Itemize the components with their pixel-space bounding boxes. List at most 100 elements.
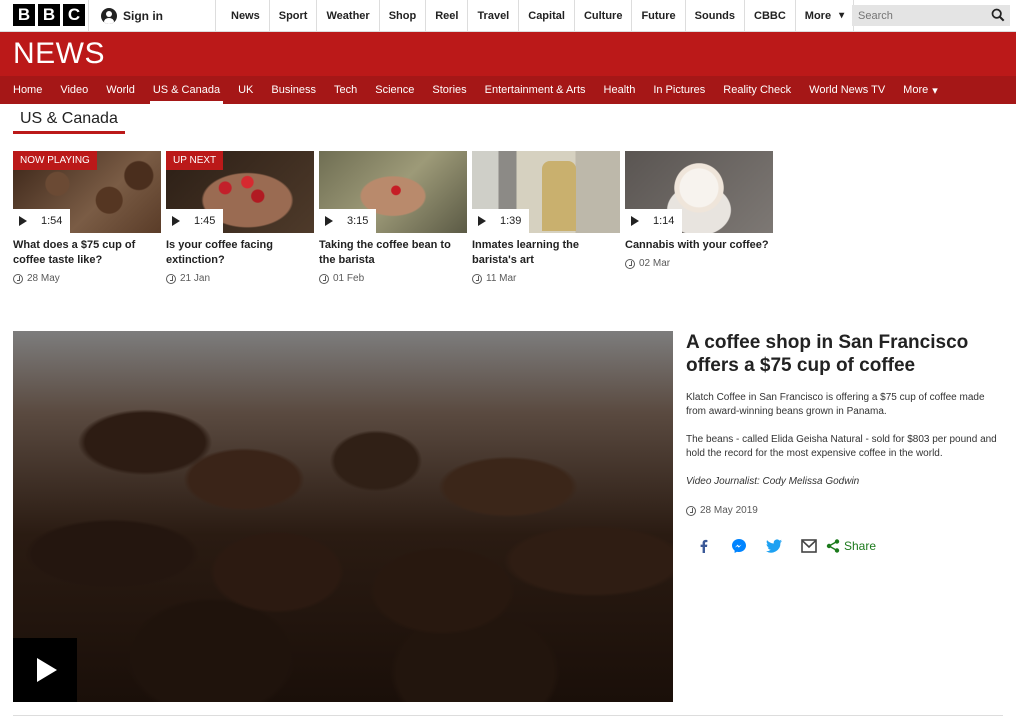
share-button[interactable]: Share <box>826 535 876 557</box>
search-input[interactable] <box>852 9 982 22</box>
clock-icon <box>625 258 635 269</box>
section-nav-stories[interactable]: Stories <box>423 76 475 104</box>
video-thumbnail[interactable]: 1:14 <box>625 151 773 233</box>
video-card[interactable]: UP NEXT 1:45 Is your coffee facing extin… <box>166 151 314 284</box>
share-icon <box>826 539 840 553</box>
duration-label: 1:54 <box>13 209 71 233</box>
section-nav-reality-check[interactable]: Reality Check <box>714 76 800 104</box>
news-banner: NEWS <box>0 32 1016 76</box>
play-icon <box>19 216 27 226</box>
facebook-share-button[interactable] <box>686 535 721 557</box>
share-label: Share <box>844 539 877 553</box>
bbc-logo-c: C <box>63 4 85 26</box>
video-card[interactable]: 3:15 Taking the coffee bean to the baris… <box>319 151 467 284</box>
global-header: B B C Sign in News Sport Weather Shop Re… <box>0 0 1016 32</box>
clock-icon <box>472 273 482 284</box>
story-paragraph: The beans - called Elida Geisha Natural … <box>686 434 997 459</box>
email-icon <box>800 539 817 553</box>
play-icon <box>37 658 57 682</box>
section-nav-home[interactable]: Home <box>4 76 51 104</box>
twitter-share-button[interactable] <box>756 535 791 557</box>
global-nav-shop[interactable]: Shop <box>380 0 427 31</box>
user-icon <box>101 7 117 24</box>
video-title[interactable]: Inmates learning the barista's art <box>472 238 620 268</box>
video-date: 01 Feb <box>319 273 467 284</box>
video-thumbnail[interactable]: 1:39 <box>472 151 620 233</box>
video-date: 28 May <box>13 273 161 284</box>
video-date: 11 Mar <box>472 273 620 284</box>
date-text: 01 Feb <box>333 273 365 284</box>
duration-text: 1:54 <box>41 215 63 227</box>
clock-icon <box>13 273 23 284</box>
duration-text: 1:39 <box>500 215 522 227</box>
global-nav-capital[interactable]: Capital <box>519 0 575 31</box>
video-strip: NOW PLAYING 1:54 What does a $75 cup of … <box>13 151 773 284</box>
clock-icon <box>166 273 176 284</box>
global-nav-reel[interactable]: Reel <box>426 0 469 31</box>
section-nav-world[interactable]: World <box>97 76 144 104</box>
play-icon <box>631 216 639 226</box>
story-panel: A coffee shop in San Francisco offers a … <box>686 331 1006 516</box>
section-nav-video[interactable]: Video <box>51 76 97 104</box>
play-button[interactable] <box>13 638 77 702</box>
video-thumbnail[interactable]: NOW PLAYING 1:54 <box>13 151 161 233</box>
search-box <box>852 5 1010 26</box>
story-credit: Video Journalist: Cody Melissa Godwin <box>686 476 860 487</box>
video-player[interactable] <box>13 331 673 702</box>
duration-label: 1:14 <box>625 209 683 233</box>
video-title[interactable]: Cannabis with your coffee? <box>625 238 773 253</box>
video-date: 02 Mar <box>625 258 773 269</box>
video-title[interactable]: What does a $75 cup of coffee taste like… <box>13 238 161 268</box>
bbc-logo-b1: B <box>13 4 35 26</box>
section-nav-world-news-tv[interactable]: World News TV <box>800 76 894 104</box>
video-card[interactable]: 1:14 Cannabis with your coffee? 02 Mar <box>625 151 773 284</box>
video-date: 21 Jan <box>166 273 314 284</box>
email-share-button[interactable] <box>791 535 826 557</box>
global-nav-cbbc[interactable]: CBBC <box>745 0 796 31</box>
date-text: 28 May 2019 <box>700 505 758 516</box>
video-card[interactable]: 1:39 Inmates learning the barista's art … <box>472 151 620 284</box>
global-nav-more[interactable]: More <box>796 0 855 31</box>
signin-button[interactable]: Sign in <box>88 0 216 31</box>
global-nav-weather[interactable]: Weather <box>317 0 380 31</box>
now-playing-badge: NOW PLAYING <box>13 151 97 170</box>
section-nav: Home Video World US & Canada UK Business… <box>0 76 1016 104</box>
section-nav-entertainment-arts[interactable]: Entertainment & Arts <box>476 76 595 104</box>
section-title[interactable]: US & Canada <box>13 110 125 134</box>
section-nav-in-pictures[interactable]: In Pictures <box>644 76 714 104</box>
video-card[interactable]: NOW PLAYING 1:54 What does a $75 cup of … <box>13 151 161 284</box>
section-nav-us-canada[interactable]: US & Canada <box>144 76 229 104</box>
section-nav-uk[interactable]: UK <box>229 76 262 104</box>
story-paragraph: Klatch Coffee in San Francisco is offeri… <box>686 392 985 417</box>
duration-label: 1:39 <box>472 209 530 233</box>
global-nav-culture[interactable]: Culture <box>575 0 633 31</box>
global-nav-future[interactable]: Future <box>632 0 686 31</box>
up-next-badge: UP NEXT <box>166 151 224 170</box>
messenger-icon <box>731 539 746 553</box>
twitter-icon <box>765 539 782 553</box>
global-nav-travel[interactable]: Travel <box>468 0 520 31</box>
section-nav-science[interactable]: Science <box>366 76 423 104</box>
global-nav-sounds[interactable]: Sounds <box>686 0 746 31</box>
section-nav-health[interactable]: Health <box>595 76 645 104</box>
signin-label: Sign in <box>123 8 163 23</box>
bbc-logo[interactable]: B B C <box>13 4 85 26</box>
date-text: 02 Mar <box>639 258 671 269</box>
global-nav: News Sport Weather Shop Reel Travel Capi… <box>222 0 855 31</box>
global-nav-sport[interactable]: Sport <box>270 0 318 31</box>
news-logo[interactable]: NEWS <box>13 37 105 71</box>
clock-icon <box>319 273 329 284</box>
duration-text: 1:14 <box>653 215 675 227</box>
video-title[interactable]: Taking the coffee bean to the barista <box>319 238 467 268</box>
section-nav-business[interactable]: Business <box>262 76 325 104</box>
messenger-share-button[interactable] <box>721 535 756 557</box>
global-nav-news[interactable]: News <box>222 0 270 31</box>
video-title[interactable]: Is your coffee facing extinction? <box>166 238 314 268</box>
video-thumbnail[interactable]: 3:15 <box>319 151 467 233</box>
facebook-icon <box>700 539 707 553</box>
video-thumbnail[interactable]: UP NEXT 1:45 <box>166 151 314 233</box>
section-nav-more[interactable]: More <box>894 76 947 104</box>
search-icon[interactable] <box>991 8 1005 22</box>
section-nav-tech[interactable]: Tech <box>325 76 366 104</box>
date-text: 21 Jan <box>180 273 211 284</box>
